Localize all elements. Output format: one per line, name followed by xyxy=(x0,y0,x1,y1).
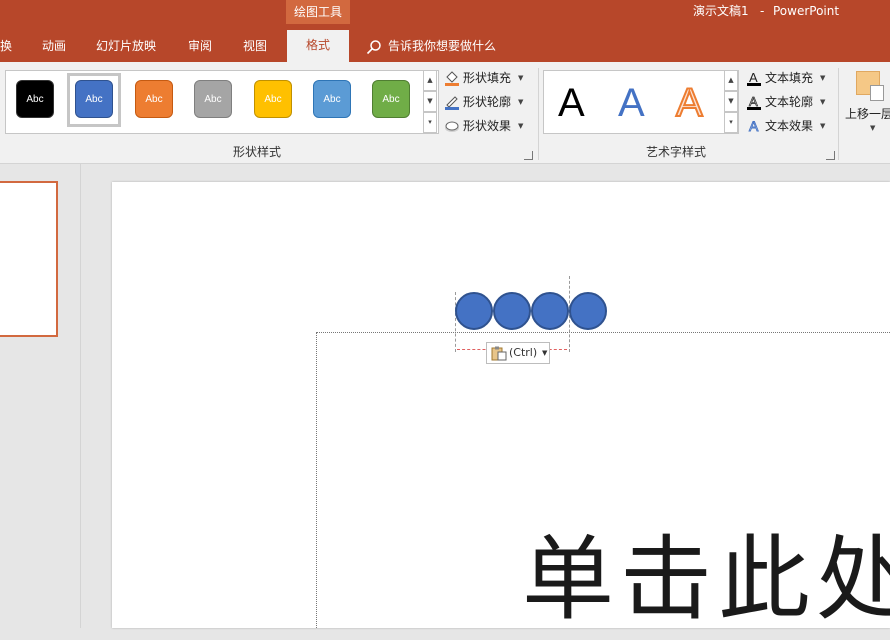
shape-styles-dialog-launcher[interactable] xyxy=(524,151,533,160)
chevron-down-icon: ▼ xyxy=(820,122,826,130)
chevron-down-icon: ▼ xyxy=(542,349,548,357)
paint-bucket-icon xyxy=(445,71,459,86)
shape-outline-label: 形状轮廓 xyxy=(463,95,512,109)
chevron-down-icon: ▼ xyxy=(820,98,826,106)
bring-forward-icon-back xyxy=(870,85,884,101)
title-separator: - xyxy=(760,4,765,18)
circle-shape[interactable] xyxy=(455,292,493,330)
wordart-scroll-down[interactable]: ▼ xyxy=(724,91,738,112)
text-fill-icon: A xyxy=(747,70,761,86)
svg-text:A: A xyxy=(749,70,758,85)
style-swatch-gold[interactable]: Abc xyxy=(254,80,292,118)
search-icon xyxy=(366,40,381,55)
shape-fill-label: 形状填充 xyxy=(463,71,512,85)
group-divider xyxy=(838,68,839,160)
bring-forward-button[interactable]: 上移一层 ▼ xyxy=(842,68,890,138)
tab-transitions[interactable]: 换 xyxy=(0,34,12,58)
clipboard-icon xyxy=(491,346,507,361)
chevron-down-icon: ▼ xyxy=(518,122,524,130)
group-divider xyxy=(538,68,539,160)
window-title: 演示文稿1 - PowerPoint xyxy=(600,0,890,24)
circle-shape[interactable] xyxy=(493,292,531,330)
text-outline-button[interactable]: A 文本轮廓 ▼ xyxy=(746,91,836,113)
tell-me-text: 告诉我你想要做什么 xyxy=(388,39,497,53)
chevron-down-icon: ▼ xyxy=(518,98,524,106)
tab-animations[interactable]: 动画 xyxy=(42,34,66,58)
chevron-down-icon: ▼ xyxy=(820,74,826,82)
gallery-scroll-down[interactable]: ▼ xyxy=(423,91,437,112)
text-fill-label: 文本填充 xyxy=(765,71,814,85)
style-swatch-gray[interactable]: Abc xyxy=(194,80,232,118)
style-swatch-blue[interactable]: Abc xyxy=(75,80,113,118)
bring-forward-label: 上移一层 xyxy=(845,107,890,121)
shape-effects-icon xyxy=(445,121,459,132)
shape-styles-group-label: 形状样式 xyxy=(233,145,282,159)
tab-review[interactable]: 审阅 xyxy=(188,34,212,58)
wordart-scroll-up[interactable]: ▲ xyxy=(724,70,738,91)
document-name: 演示文稿1 xyxy=(693,4,749,18)
tab-slideshow[interactable]: 幻灯片放映 xyxy=(96,34,156,58)
gallery-scroll-up[interactable]: ▲ xyxy=(423,70,437,91)
shape-outline-button[interactable]: 形状轮廓 ▼ xyxy=(444,91,534,113)
wordart-style-blue[interactable]: A xyxy=(618,79,645,127)
chevron-down-icon: ▼ xyxy=(870,124,876,132)
circle-shape[interactable] xyxy=(531,292,569,330)
circle-shape[interactable] xyxy=(569,292,607,330)
style-swatch-green[interactable]: Abc xyxy=(372,80,410,118)
text-effects-label: 文本效果 xyxy=(765,119,814,133)
text-effects-button[interactable]: A 文本效果 ▼ xyxy=(746,115,836,137)
text-outline-label: 文本轮廓 xyxy=(765,95,814,109)
drawing-tools-context-label: 绘图工具 xyxy=(286,0,350,24)
wordart-group-label: 艺术字样式 xyxy=(646,145,707,159)
app-name: PowerPoint xyxy=(773,4,840,18)
tab-format[interactable]: 格式 xyxy=(287,30,349,63)
style-swatch-black[interactable]: Abc xyxy=(16,80,54,118)
shape-effects-label: 形状效果 xyxy=(463,119,512,133)
wordart-style-outline[interactable]: A xyxy=(675,79,704,127)
slide-thumbnail[interactable] xyxy=(0,181,58,337)
text-fill-button[interactable]: A 文本填充 ▼ xyxy=(746,67,836,89)
shape-fill-button[interactable]: 形状填充 ▼ xyxy=(444,67,534,89)
wordart-style-plain[interactable]: A xyxy=(558,79,585,127)
tab-view[interactable]: 视图 xyxy=(243,34,267,58)
style-swatch-lightblue[interactable]: Abc xyxy=(313,80,351,118)
text-outline-icon: A xyxy=(747,94,761,110)
text-effects-icon: A xyxy=(749,118,760,134)
paste-options-button[interactable]: (Ctrl) ▼ xyxy=(486,342,550,364)
wordart-more[interactable]: ▾ xyxy=(724,112,738,133)
pen-outline-icon xyxy=(445,96,459,110)
paste-options-label: (Ctrl) xyxy=(509,346,538,359)
wordart-dialog-launcher[interactable] xyxy=(826,151,835,160)
smart-guide xyxy=(455,292,456,352)
svg-text:A: A xyxy=(749,118,759,134)
shape-effects-button[interactable]: 形状效果 ▼ xyxy=(444,115,534,137)
style-swatch-orange[interactable]: Abc xyxy=(135,80,173,118)
svg-text:A: A xyxy=(749,94,758,109)
gallery-more[interactable]: ▾ xyxy=(423,112,437,133)
title-placeholder-text: 单击此处 xyxy=(522,526,890,633)
chevron-down-icon: ▼ xyxy=(518,74,524,82)
